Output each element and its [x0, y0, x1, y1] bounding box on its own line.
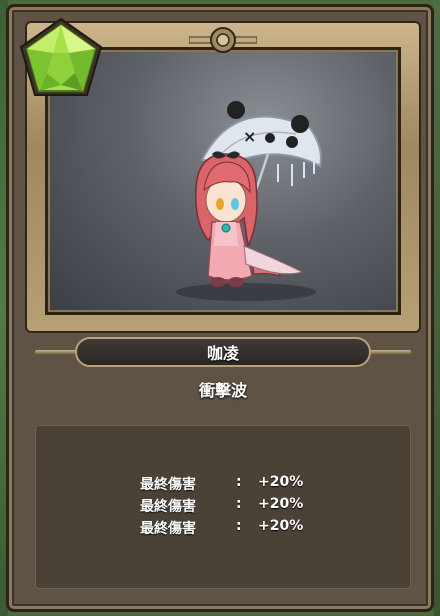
stat-value: +20%: [258, 474, 304, 490]
character-name: 咖凌: [75, 337, 371, 367]
stat-row: 最終傷害 : +20%: [140, 496, 340, 518]
green-star-gem-icon: [19, 17, 103, 96]
stat-value: +20%: [258, 518, 304, 534]
stat-separator: :: [236, 518, 242, 534]
name-bar: 咖凌: [35, 333, 411, 373]
character-card: × 咖凌 衝擊波 最終傷害: +20% 最終傷害: +20% 最終傷害: …: [6, 4, 434, 612]
background-right: [434, 0, 440, 616]
stat-label: 最終傷害: [140, 521, 196, 537]
stat-row: 最終傷害 : +20%: [140, 474, 340, 496]
skill-name: 衝擊波: [198, 381, 247, 400]
stat-separator: :: [236, 474, 242, 490]
stat-row: 最終傷害 : +20%: [140, 518, 340, 540]
top-ornament-icon: [189, 27, 257, 53]
stat-label: 最終傷害: [140, 477, 196, 493]
stats-panel: 最終傷害 : +20% 最終傷害 : +20% 最終傷害 : +20%: [35, 425, 411, 589]
stat-label: 最終傷害: [140, 499, 196, 515]
stat-separator: :: [236, 496, 242, 512]
svg-text:×: ×: [243, 127, 256, 146]
stat-value: +20%: [258, 496, 304, 512]
